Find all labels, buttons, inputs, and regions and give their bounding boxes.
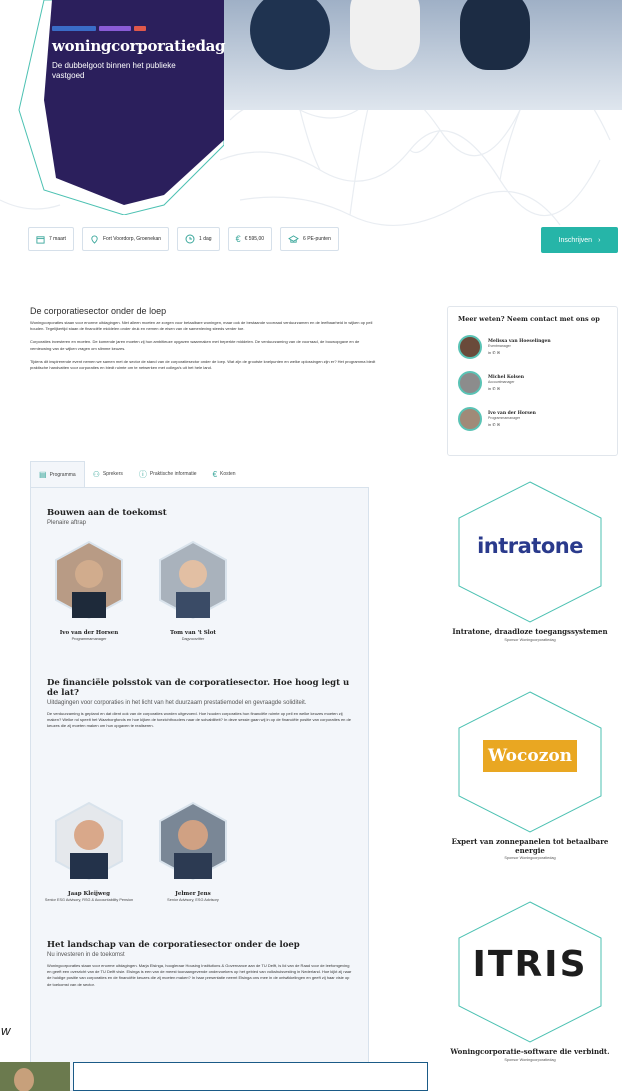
sponsor-logo: Wocozon: [441, 688, 619, 836]
intro-section: De corporatiesector onder de loep Woning…: [30, 306, 378, 378]
page-title: woningcorporatiedag: [52, 37, 226, 55]
session-subtitle: Plenaire aftrap: [47, 520, 87, 526]
tab-sprekers[interactable]: ⚇ Sprekers: [85, 461, 131, 487]
enroll-button[interactable]: Inschrijven ›: [541, 227, 618, 253]
tab-praktische-informatie[interactable]: ⓘ Praktische informatie: [131, 461, 205, 487]
sponsor-logo: intratone: [441, 478, 619, 626]
calendar-icon: [36, 235, 45, 244]
chat-avatar[interactable]: [0, 1062, 70, 1091]
speaker-card[interactable]: Tom van 't Slot Dagvoorzitter: [143, 540, 243, 642]
program-tabs: ▤ Programma ⚇ Sprekers ⓘ Praktische info…: [30, 461, 369, 1091]
tab-kosten[interactable]: € Kosten: [205, 461, 244, 487]
sponsor-card[interactable]: ITRIS Woningcorporatie-software die verb…: [441, 898, 619, 1062]
location-icon: [91, 235, 98, 244]
intro-paragraph: Woningcorporaties staan voor enorme uitd…: [30, 320, 373, 332]
sponsor-card[interactable]: intratone Intratone, draadloze toegangss…: [441, 478, 619, 642]
avatar: [458, 371, 482, 395]
chat-popup[interactable]: [73, 1062, 428, 1091]
program-panel: Bouwen aan de toekomst Plenaire aftrap I…: [30, 487, 369, 1091]
contact-links[interactable]: in ✆ ✉: [488, 350, 551, 355]
contact-links[interactable]: in ✆ ✉: [488, 422, 536, 427]
date-chip: 7 maart: [28, 227, 74, 251]
location-chip: Fort Voordorp, Groenekan: [81, 227, 170, 251]
speaker-card[interactable]: Jelmer Jens Senior Advisory, ESG Advisor…: [143, 801, 243, 903]
chevron-right-icon: ›: [598, 236, 601, 244]
program-session: De financiële polsstok van de corporatie…: [47, 678, 352, 730]
program-session: Bouwen aan de toekomst Plenaire aftrap: [47, 508, 347, 527]
session-subtitle: Nu investeren in de toekomst: [47, 952, 125, 958]
tag-badge[interactable]: prog: [134, 26, 146, 31]
intro-title: De corporatiesector onder de loep: [30, 306, 167, 316]
session-description: De verduurzaming is gepland en dat dient…: [47, 711, 351, 729]
euro-icon: €: [235, 234, 241, 244]
tag-badge[interactable]: woningcorporaties: [52, 26, 96, 31]
intro-paragraph: Tijdens dit inspirerende event nemen we …: [30, 358, 376, 371]
contact-links[interactable]: in ✆ ✉: [488, 386, 524, 391]
speaker-card[interactable]: Ivo van der Horsen Programmamanager: [39, 540, 139, 642]
text-fragment: w: [1, 1023, 11, 1038]
intro-paragraph: Corporaties investeren en moeten. De kom…: [30, 339, 360, 351]
avatar: [458, 407, 482, 431]
info-icon: ⓘ: [138, 469, 147, 479]
speaker-photo: [159, 801, 227, 881]
duration-chip: 1 dag: [177, 227, 220, 251]
speaker-photo: [55, 801, 123, 881]
clock-icon: [185, 234, 195, 244]
sponsor-logo: ITRIS: [441, 898, 619, 1046]
avatar: [458, 335, 482, 359]
session-title: Bouwen aan de toekomst: [47, 508, 167, 518]
speaker-photo: [159, 540, 227, 620]
contact-person: Ivo van der Horsen Programmamanager in ✆…: [458, 401, 607, 437]
event-meta: 7 maart Fort Voordorp, Groenekan 1 dag €…: [28, 227, 339, 251]
session-description: Woningcorporaties staan voor enorme uitd…: [47, 963, 352, 987]
contact-person: Melissa van Hoeselingen Eventmanager in …: [458, 329, 607, 365]
hero-content: woningcorporaties overheden prog woningc…: [52, 26, 226, 81]
contact-person: Michel Kolsen Accountmanager in ✆ ✉: [458, 365, 607, 401]
sponsor-card[interactable]: Wocozon Expert van zonnepanelen tot beta…: [441, 688, 619, 860]
tag-list: woningcorporaties overheden prog: [52, 26, 222, 31]
page-subtitle: De dubbelgoot binnen het publieke vastgo…: [52, 61, 176, 80]
program-session: Het landschap van de corporatiesector on…: [47, 940, 352, 988]
speaker-card[interactable]: Jaap Kleijweg Senior ESG Advisory, RSG &…: [39, 801, 139, 903]
hero-photo: [210, 0, 622, 110]
contact-card: Meer weten? Neem contact met ons op Meli…: [447, 306, 618, 456]
session-subtitle: Uitdagingen voor corporaties in het lich…: [47, 700, 307, 706]
speaker-photo: [55, 540, 123, 620]
price-chip: € € 595,00: [227, 227, 273, 251]
pe-points-chip: 6 PE-punten: [280, 227, 339, 251]
tab-bar: ▤ Programma ⚇ Sprekers ⓘ Praktische info…: [30, 461, 369, 487]
session-title: De financiële polsstok van de corporatie…: [47, 678, 350, 698]
tag-badge[interactable]: overheden: [99, 26, 131, 31]
tab-programma[interactable]: ▤ Programma: [30, 461, 85, 487]
session-title: Het landschap van de corporatiesector on…: [47, 940, 300, 950]
list-icon: ▤: [39, 470, 47, 479]
euro-icon: €: [212, 469, 218, 479]
people-icon: ⚇: [92, 469, 100, 479]
graduation-icon: [288, 234, 299, 243]
contact-title: Meer weten? Neem contact met ons op: [458, 315, 600, 323]
